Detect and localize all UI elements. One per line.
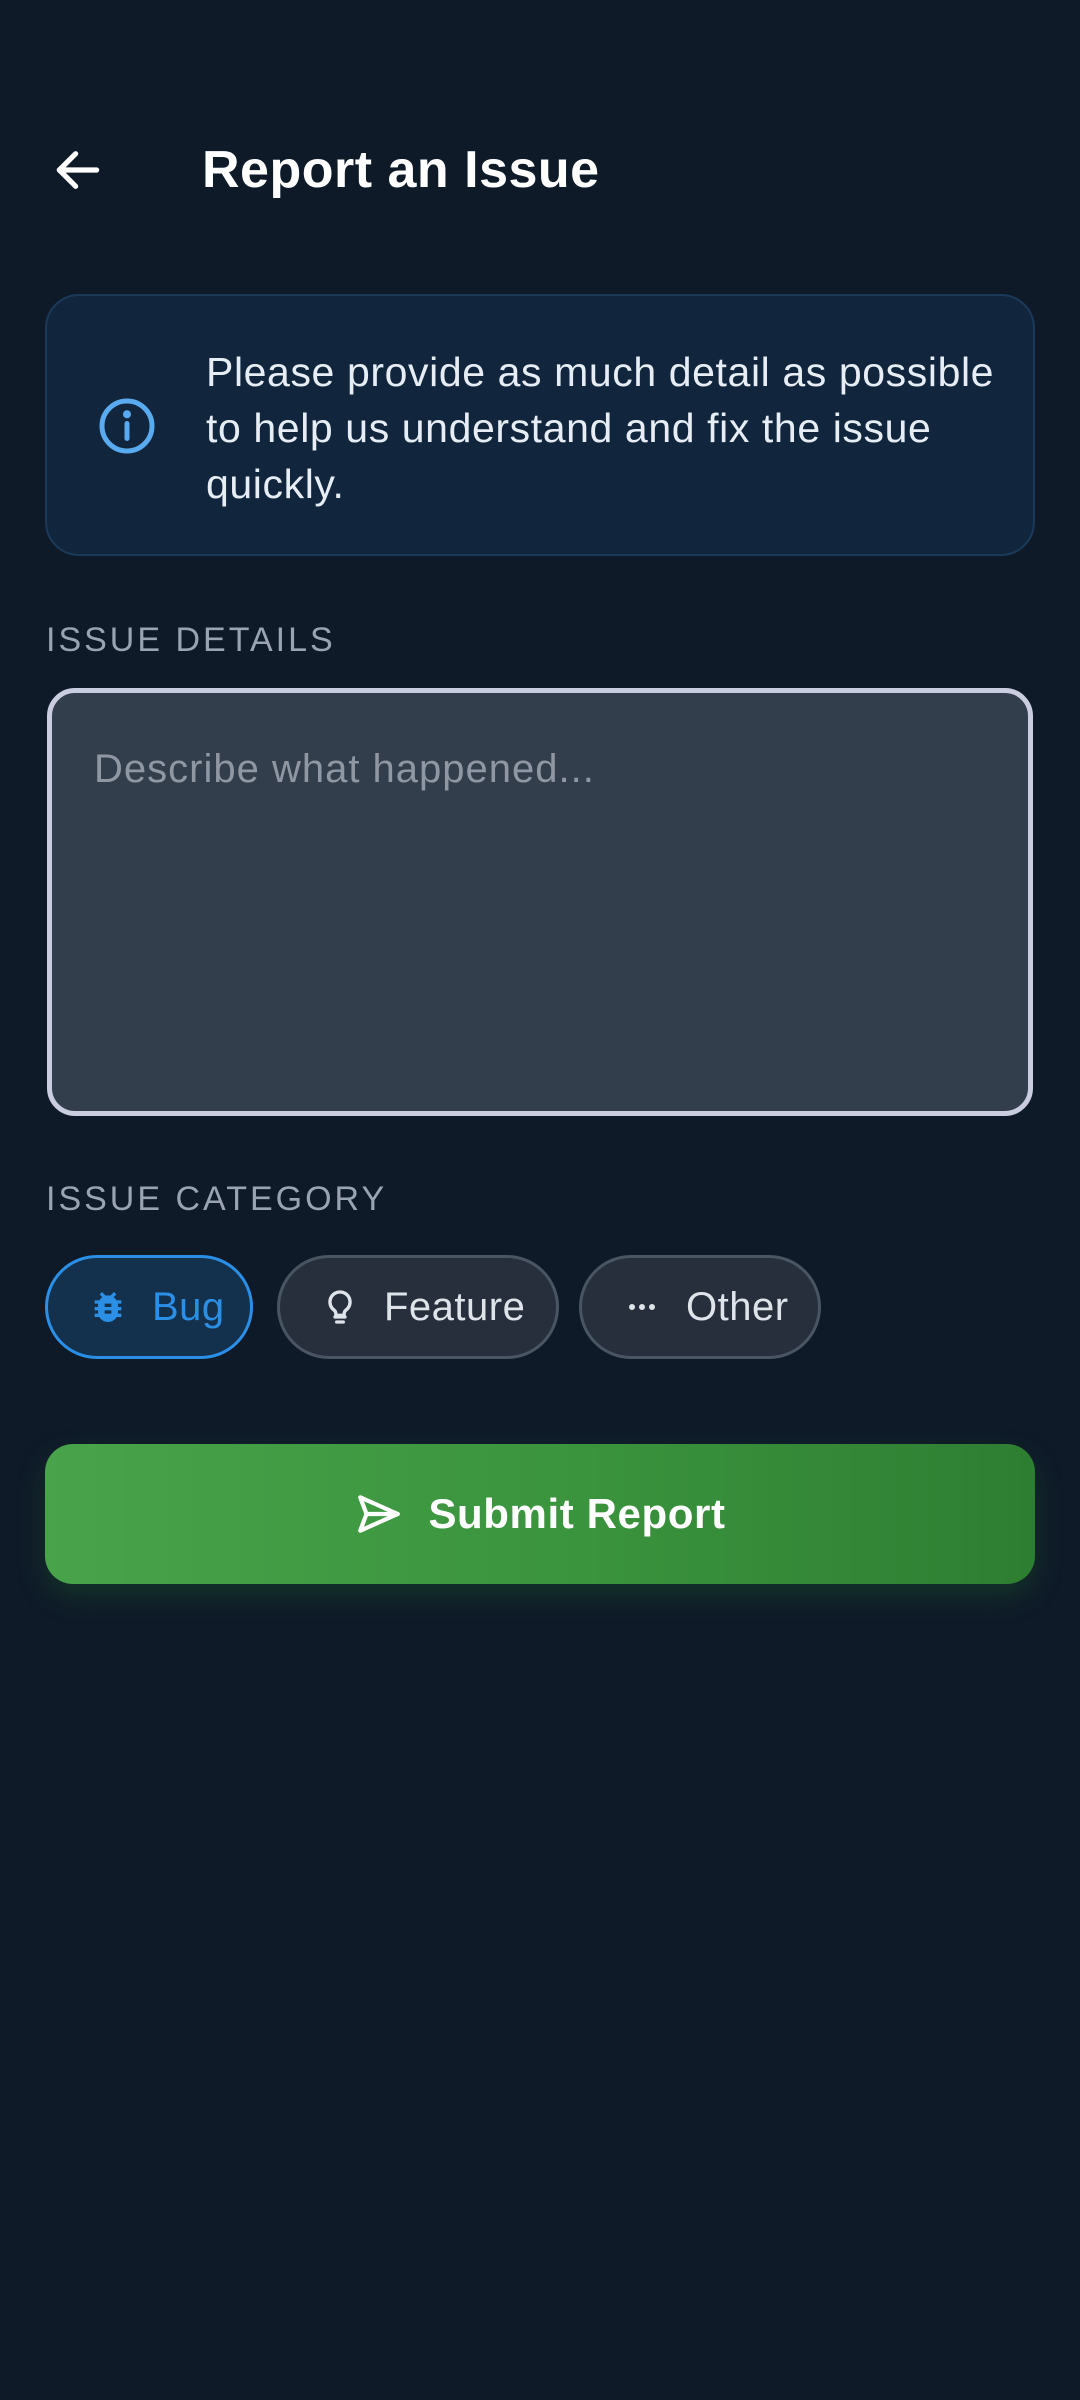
issue-details-input[interactable] — [52, 693, 1028, 1111]
issue-category-label: ISSUE CATEGORY — [46, 1180, 388, 1218]
more-horizontal-icon — [620, 1285, 664, 1329]
arrow-left-icon — [56, 151, 100, 189]
submit-report-label: Submit Report — [428, 1490, 726, 1537]
category-chip-feature[interactable]: Feature — [277, 1255, 559, 1359]
category-chip-label: Other — [686, 1284, 789, 1329]
info-banner-text: Please provide as much detail as possibl… — [206, 349, 995, 507]
page-title: Report an Issue — [202, 141, 600, 199]
category-chip-bug[interactable]: Bug — [45, 1255, 253, 1359]
bug-icon — [86, 1285, 130, 1329]
top-app-bar: Report an Issue — [0, 110, 1080, 230]
issue-details-field-container — [47, 688, 1033, 1116]
issue-details-label: ISSUE DETAILS — [46, 621, 336, 659]
send-icon — [354, 1489, 404, 1539]
lightbulb-icon — [318, 1285, 362, 1329]
category-chip-label: Bug — [152, 1284, 225, 1329]
submit-report-button[interactable]: Submit Report — [45, 1444, 1035, 1584]
info-icon — [99, 398, 155, 454]
back-button[interactable] — [40, 132, 116, 208]
info-banner: Please provide as much detail as possibl… — [45, 294, 1035, 556]
category-chip-other[interactable]: Other — [579, 1255, 821, 1359]
category-chip-label: Feature — [384, 1284, 526, 1329]
